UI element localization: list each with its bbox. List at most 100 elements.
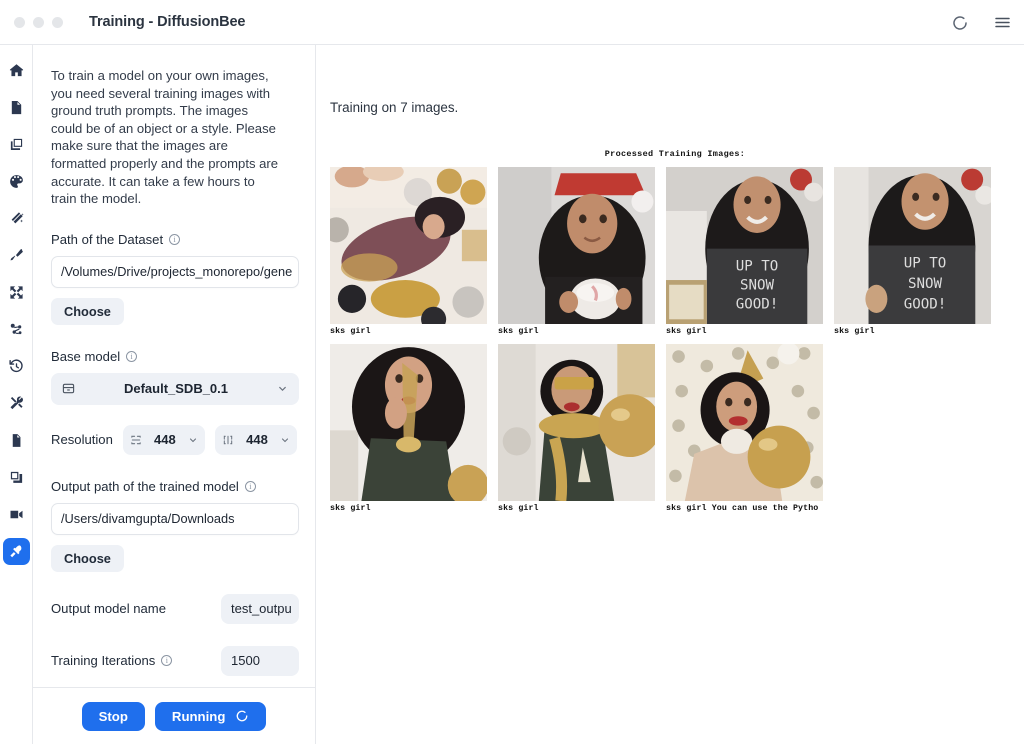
thumbnail-caption: sks girl — [498, 327, 539, 336]
thumbnail-item[interactable]: sks girl — [498, 344, 655, 513]
sidebar-item-home[interactable] — [3, 57, 30, 84]
dataset-choose-button[interactable]: Choose — [51, 297, 124, 325]
training-iterations-label-text: Training Iterations — [51, 653, 156, 669]
training-form-panel: To train a model on your own images, you… — [33, 45, 316, 744]
training-image[interactable]: UP TO SNOW GOOD! — [666, 167, 823, 324]
thumbnail-item[interactable]: UP TO SNOW GOOD! sks girl — [666, 167, 823, 336]
output-model-name-input[interactable]: test_outpu — [221, 593, 299, 624]
thumbnail-caption: sks girl — [666, 327, 707, 336]
info-icon[interactable]: i — [169, 233, 181, 245]
stop-button[interactable]: Stop — [81, 701, 145, 731]
loading-spinner-icon — [235, 709, 249, 723]
thumbnail-item[interactable]: sks girl — [330, 344, 487, 513]
info-icon[interactable]: i — [244, 480, 256, 492]
dataset-path-label-text: Path of the Dataset — [51, 231, 164, 247]
intro-text: To train a model on your own images, you… — [51, 68, 279, 207]
sidebar-item-tools[interactable] — [3, 390, 30, 417]
resolution-height-value: 448 — [246, 432, 268, 448]
sidebar-item-brush[interactable] — [3, 242, 30, 269]
output-path-choose-button[interactable]: Choose — [51, 544, 124, 572]
height-icon — [222, 434, 234, 446]
sidebar-item-history[interactable] — [3, 353, 30, 380]
thumbnail-item[interactable]: sks girl — [498, 167, 655, 336]
sidebar-item-layers[interactable] — [3, 464, 30, 491]
svg-text:SNOW: SNOW — [740, 277, 775, 293]
running-button-label: Running — [171, 708, 226, 724]
training-image[interactable] — [666, 344, 823, 501]
info-icon[interactable]: i — [161, 655, 173, 667]
dataset-path-label: Path of the Dataset i — [51, 232, 297, 247]
training-image[interactable]: UP TO SNOW GOOD! — [834, 167, 991, 324]
training-image[interactable] — [498, 167, 655, 324]
training-form-scroll[interactable]: To train a model on your own images, you… — [33, 45, 315, 687]
dataset-path-input[interactable]: /Volumes/Drive/projects_monorepo/gene — [51, 255, 299, 288]
training-iterations-row: Training Iterations i 1500 — [51, 645, 299, 676]
sidebar-item-training[interactable] — [2, 538, 30, 565]
close-window-button[interactable] — [14, 16, 25, 28]
processed-images-grid: sks girl sks girl UP TO SNOW GOOD! sks g… — [330, 167, 1020, 513]
sidebar-rail — [0, 45, 33, 744]
training-image[interactable] — [330, 344, 487, 501]
resolution-row: Resolution 448 448 — [51, 424, 297, 455]
hamburger-menu-icon[interactable] — [992, 13, 1012, 33]
thumbnail-item[interactable]: UP TO SNOW GOOD! sks girl — [834, 167, 991, 336]
main-content: Training on 7 images. Processed Training… — [316, 45, 1024, 744]
loading-spinner-icon[interactable] — [950, 13, 970, 33]
title-bar-actions — [950, 0, 1012, 45]
thumbnail-item[interactable]: sks girl You can use the Pytho — [666, 344, 823, 513]
processed-images-sheet: Processed Training Images: sks girl sks … — [330, 149, 1020, 513]
thumbnail-caption: sks girl — [834, 327, 875, 336]
sidebar-item-expand[interactable] — [3, 279, 30, 306]
thumbnail-caption: sks girl — [330, 327, 371, 336]
svg-text:SNOW: SNOW — [908, 276, 943, 292]
output-model-name-row: Output model name test_outpu — [51, 593, 299, 624]
sidebar-item-text-to-image[interactable] — [3, 94, 30, 121]
svg-text:GOOD!: GOOD! — [736, 296, 779, 312]
resolution-width-select[interactable]: 448 — [122, 424, 205, 455]
model-box-icon — [62, 382, 75, 395]
svg-text:UP TO: UP TO — [904, 255, 947, 271]
minimize-window-button[interactable] — [33, 16, 44, 28]
base-model-label: Base model i — [51, 349, 297, 364]
resolution-width-value: 448 — [154, 432, 176, 448]
sidebar-item-magic-wand[interactable] — [3, 205, 30, 232]
width-icon — [130, 434, 142, 446]
output-path-label: Output path of the trained model i — [51, 479, 297, 494]
training-iterations-label: Training Iterations i — [51, 653, 173, 669]
running-button[interactable]: Running — [154, 701, 267, 731]
training-image[interactable] — [498, 344, 655, 501]
output-path-label-text: Output path of the trained model — [51, 478, 239, 494]
app-body: To train a model on your own images, you… — [0, 45, 1024, 744]
base-model-label-text: Base model — [51, 348, 121, 364]
chevron-down-icon — [188, 435, 198, 445]
app-window: Training - DiffusionBee To train a model… — [0, 0, 1024, 744]
sidebar-item-files[interactable] — [3, 427, 30, 454]
base-model-value: Default_SDB_0.1 — [123, 381, 229, 397]
zoom-window-button[interactable] — [52, 16, 63, 28]
training-image[interactable] — [330, 167, 487, 324]
training-status-text: Training on 7 images. — [330, 100, 459, 115]
window-traffic-lights — [0, 16, 63, 28]
resolution-height-select[interactable]: 448 — [214, 424, 297, 455]
output-path-input[interactable]: /Users/divamgupta/Downloads — [51, 502, 299, 535]
window-title: Training - DiffusionBee — [89, 14, 246, 30]
sidebar-item-video[interactable] — [3, 501, 30, 528]
training-actions-footer: Stop Running — [33, 687, 315, 744]
info-icon[interactable]: i — [126, 350, 138, 362]
thumbnail-caption: sks girl — [330, 504, 371, 513]
svg-text:GOOD!: GOOD! — [904, 296, 947, 312]
base-model-select[interactable]: Default_SDB_0.1 — [51, 372, 299, 405]
svg-text:UP TO: UP TO — [736, 259, 779, 275]
chevron-down-icon — [277, 383, 288, 394]
thumbnail-caption: sks girl — [498, 504, 539, 513]
sidebar-item-palette[interactable] — [3, 168, 30, 195]
sidebar-item-image-to-image[interactable] — [3, 131, 30, 158]
training-iterations-input[interactable]: 1500 — [221, 645, 299, 676]
title-bar: Training - DiffusionBee — [0, 0, 1024, 45]
thumbnail-item[interactable]: sks girl — [330, 167, 487, 336]
resolution-label: Resolution — [51, 432, 113, 448]
thumbnail-caption: sks girl You can use the Pytho — [666, 504, 819, 513]
output-model-name-label: Output model name — [51, 601, 166, 617]
sidebar-item-upscale[interactable] — [3, 316, 30, 343]
processed-images-title: Processed Training Images: — [604, 149, 746, 159]
